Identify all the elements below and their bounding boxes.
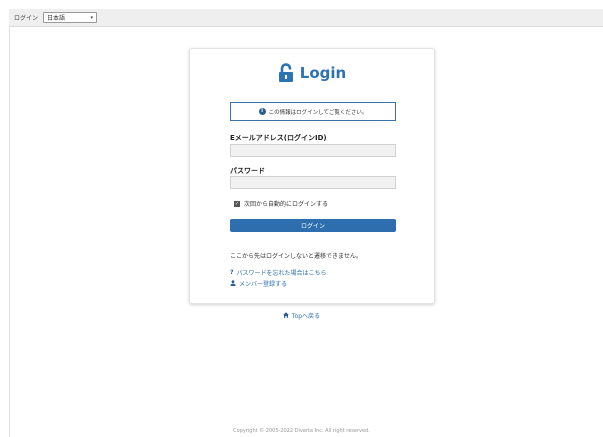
language-select-value: 日本語: [47, 15, 66, 22]
register-link[interactable]: メンバー登録する: [230, 279, 287, 288]
info-icon: i: [258, 108, 266, 115]
info-message: この情報はログインしてご覧ください。: [268, 109, 368, 116]
remember-me[interactable]: ✓ 次回から自動的にログインする: [234, 199, 328, 208]
login-notice: ここから先はログインしないと遷移できません。: [230, 253, 362, 260]
forgot-password-label: パスワードを忘れた場合はこちら: [236, 270, 327, 277]
register-label: メンバー登録する: [239, 281, 288, 288]
email-label: Eメールアドレス(ログインID): [230, 134, 327, 142]
page-divider: [9, 27, 10, 437]
remember-checkbox[interactable]: ✓: [234, 200, 240, 207]
forgot-password-link[interactable]: ? パスワードを忘れた場合はこちら: [230, 268, 327, 277]
top-bar-label: ログイン: [14, 15, 39, 22]
back-to-top-link[interactable]: Topへ戻る: [0, 311, 603, 320]
chevron-down-icon: ▾: [90, 14, 94, 21]
login-button[interactable]: ログイン: [230, 219, 396, 232]
login-card: Login i この情報はログインしてご覧ください。 Eメールアドレス(ログイン…: [189, 48, 435, 304]
back-to-top-label: Topへ戻る: [291, 313, 321, 320]
password-label: パスワード: [230, 167, 265, 175]
footer-copyright: Copyright © 2005-2022 Diverta Inc. All r…: [233, 428, 370, 434]
home-icon: [283, 311, 289, 320]
login-header: Login: [190, 63, 434, 83]
email-field[interactable]: [230, 144, 396, 157]
lock-icon: [278, 63, 294, 83]
info-message-box: i この情報はログインしてご覧ください。: [230, 102, 396, 121]
password-field[interactable]: [230, 176, 396, 189]
remember-label: 次回から自動的にログインする: [244, 201, 329, 208]
top-bar: ログイン 日本語 ▾: [9, 9, 603, 27]
language-select[interactable]: 日本語 ▾: [43, 12, 98, 23]
question-icon: ?: [230, 269, 234, 276]
user-icon: [230, 279, 236, 288]
login-title: Login: [299, 64, 347, 82]
